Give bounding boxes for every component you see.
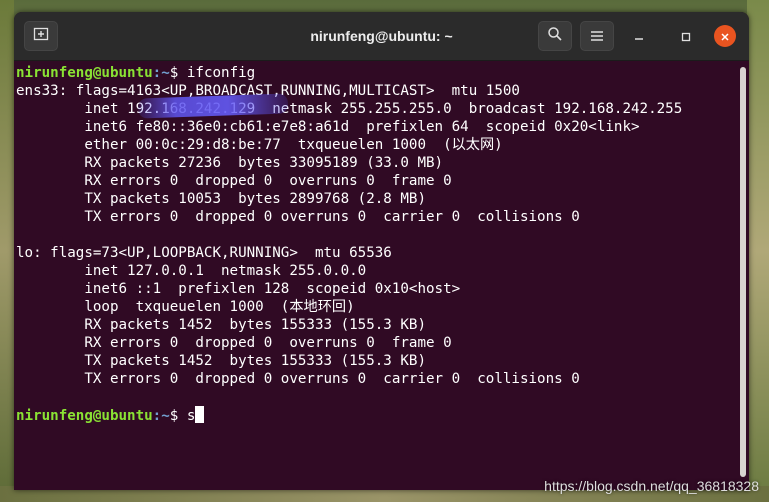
output-line: inet 127.0.0.1 netmask 255.0.0.0: [16, 263, 367, 279]
output-line: TX errors 0 dropped 0 overruns 0 carrier…: [16, 209, 580, 225]
output-line: loop txqueuelen 1000 (本地环回): [16, 299, 355, 315]
minimize-icon: [634, 27, 644, 46]
command-text: ifconfig: [186, 65, 256, 81]
hamburger-menu-icon: [590, 27, 604, 46]
output-line: inet6 fe80::36e0:cb61:e7e8:a61d prefixle…: [16, 119, 640, 135]
watermark-text: https://blog.csdn.net/qq_36818328: [544, 478, 759, 494]
output-line: RX errors 0 dropped 0 overruns 0 frame 0: [16, 335, 452, 351]
terminal-output: nirunfeng@ubuntu:~$ ifconfig ens33: flag…: [14, 61, 749, 425]
minimize-button[interactable]: [628, 25, 650, 47]
prompt-path: :~: [152, 65, 170, 81]
menu-button[interactable]: [580, 21, 614, 51]
output-line: ether 00:0c:29:d8:be:77 txqueuelen 1000 …: [16, 137, 503, 153]
desktop-background-left: [0, 0, 14, 502]
maximize-icon: [681, 27, 691, 46]
new-tab-icon: [33, 26, 49, 46]
output-line: lo: flags=73<UP,LOOPBACK,RUNNING> mtu 65…: [16, 245, 392, 261]
close-icon: [720, 27, 730, 46]
prompt-user: nirunfeng@ubuntu: [16, 408, 153, 424]
output-line: RX packets 1452 bytes 155333 (155.3 KB): [16, 317, 426, 333]
prompt-symbol: $: [169, 408, 187, 424]
command-input[interactable]: s: [187, 408, 196, 424]
output-line: inet 192.168.242.129 netmask 255.255.255…: [16, 101, 683, 117]
close-button[interactable]: [714, 25, 736, 47]
terminal-area[interactable]: nirunfeng@ubuntu:~$ ifconfig ens33: flag…: [14, 61, 749, 490]
prompt-symbol: $: [169, 65, 187, 81]
output-line: TX packets 10053 bytes 2899768 (2.8 MB): [16, 191, 426, 207]
desktop-background-right: [747, 0, 769, 502]
maximize-button[interactable]: [675, 25, 697, 47]
new-tab-button[interactable]: [24, 21, 58, 51]
output-line: RX errors 0 dropped 0 overruns 0 frame 0: [16, 173, 452, 189]
prompt-user: nirunfeng@ubuntu: [16, 65, 153, 81]
output-line: TX errors 0 dropped 0 overruns 0 carrier…: [16, 371, 580, 387]
output-line: RX packets 27236 bytes 33095189 (33.0 MB…: [16, 155, 444, 171]
search-icon: [547, 26, 563, 46]
title-bar: nirunfeng@ubuntu: ~: [14, 12, 749, 61]
search-button[interactable]: [538, 21, 572, 51]
prompt-path: :~: [152, 408, 170, 424]
text-cursor: [195, 406, 205, 423]
output-line: inet6 ::1 prefixlen 128 scopeid 0x10<hos…: [16, 281, 461, 297]
scrollbar[interactable]: [740, 67, 746, 477]
terminal-window: nirunfeng@ubuntu: ~ nirunfeng@ubuntu:~$ …: [14, 12, 749, 490]
output-line: TX packets 1452 bytes 155333 (155.3 KB): [16, 353, 426, 369]
